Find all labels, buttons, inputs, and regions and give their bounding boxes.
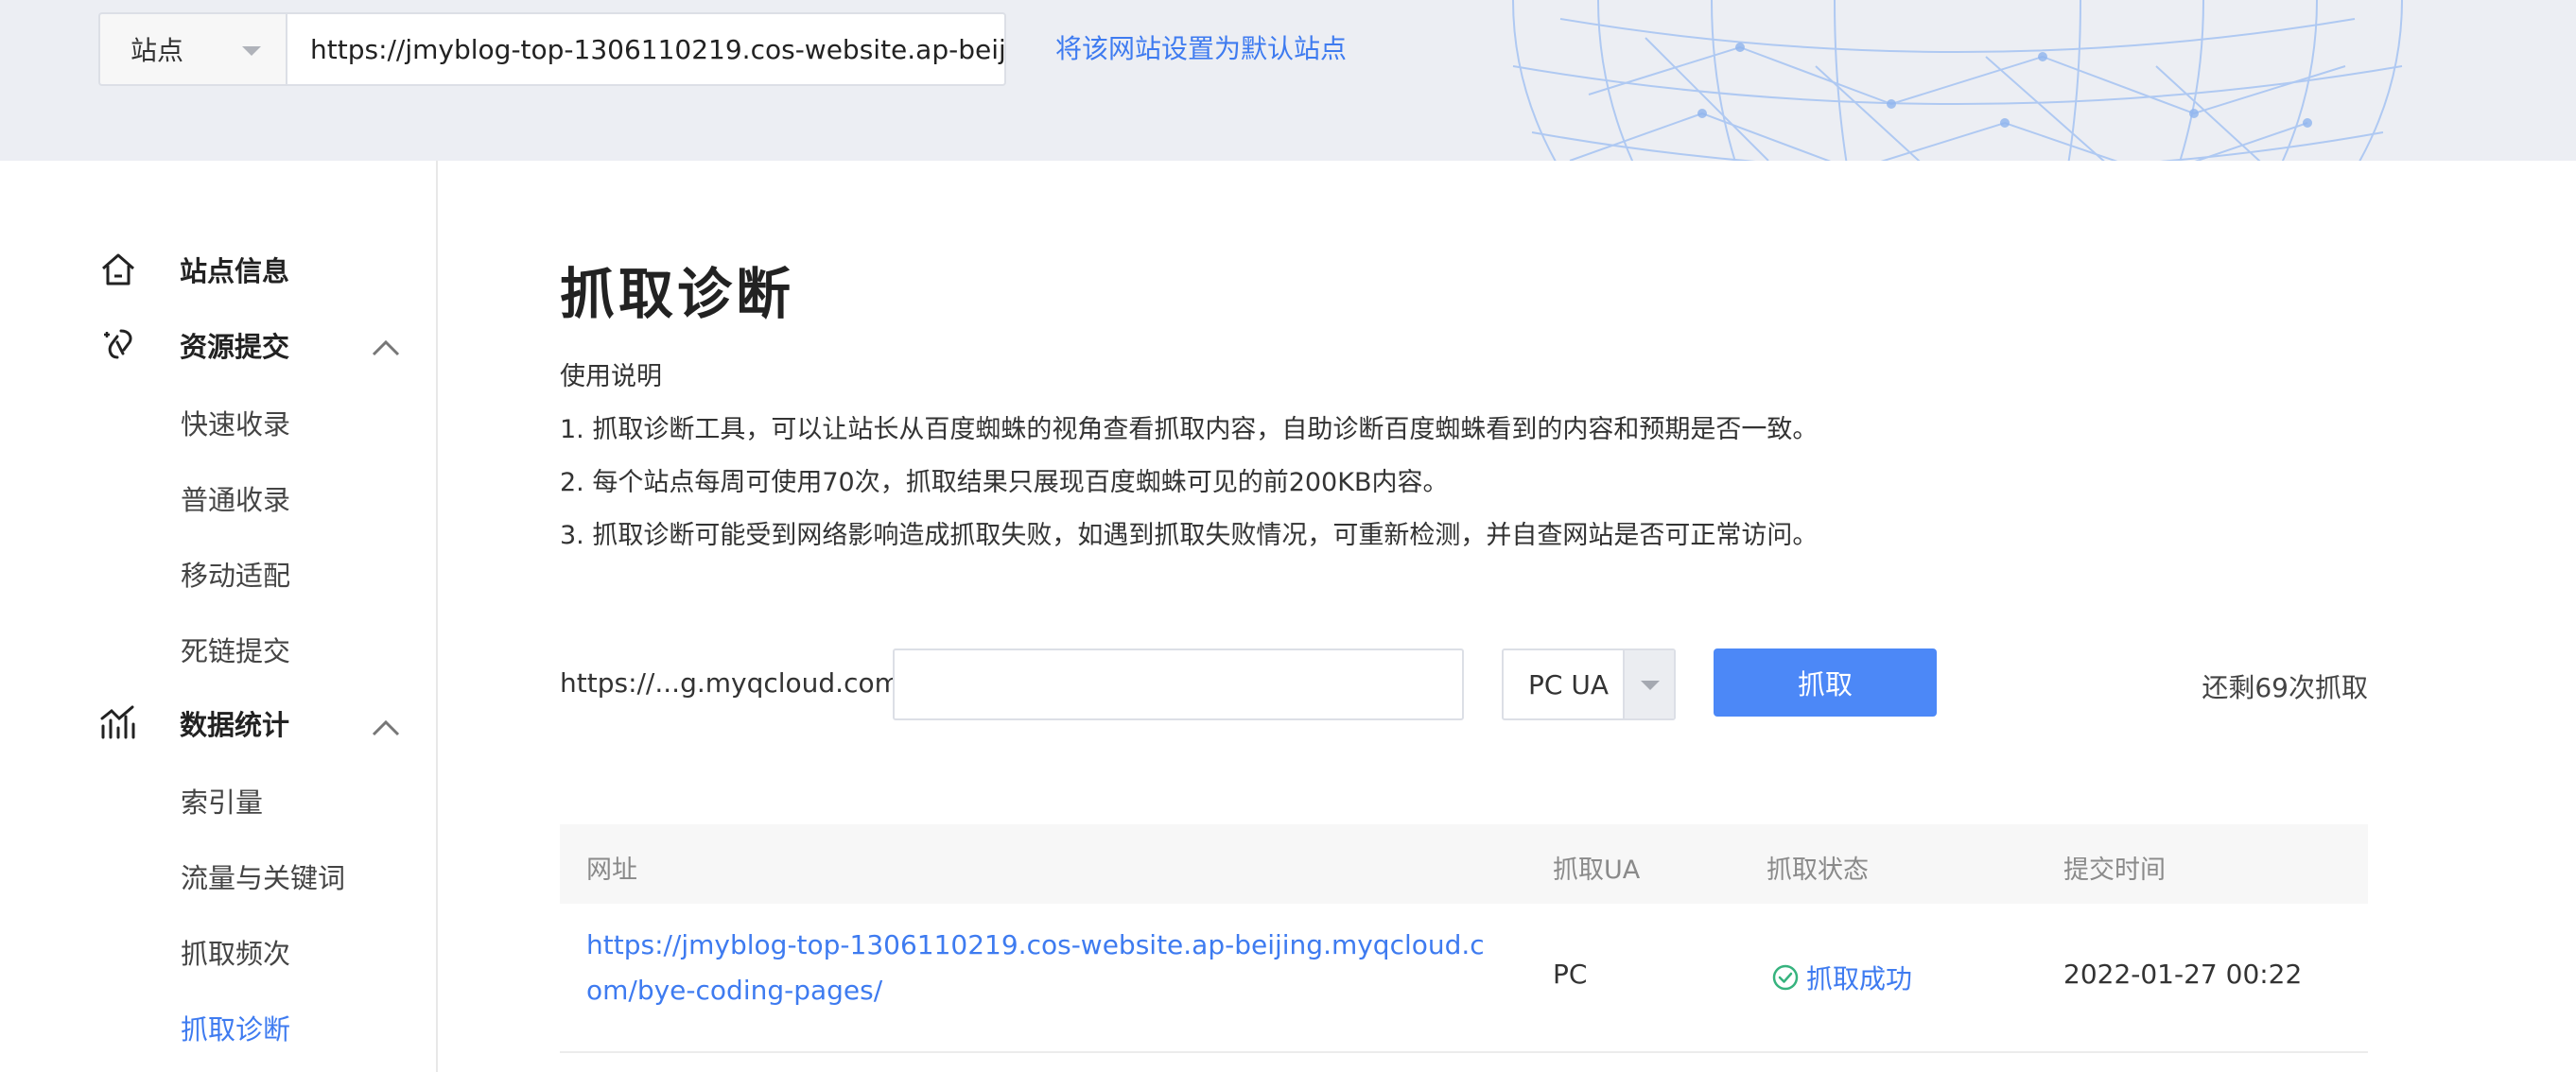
site-type-select[interactable]: 站点	[98, 12, 286, 86]
home-icon	[102, 253, 134, 285]
row-status-text: 抓取成功	[1806, 963, 1913, 994]
fetch-button[interactable]: 抓取	[1714, 648, 1937, 717]
sidebar-item-crawl-diagnosis[interactable]: 抓取诊断	[181, 1008, 290, 1047]
chevron-up-icon[interactable]	[371, 718, 401, 737]
sidebar-item-traffic-keywords[interactable]: 流量与关键词	[181, 856, 345, 896]
column-header-ua: 抓取UA	[1553, 856, 1641, 885]
sidebar-group-statistics[interactable]: 数据统计	[98, 703, 289, 743]
sidebar-group-label: 数据统计	[180, 709, 290, 741]
site-url-field[interactable]: https://jmyblog-top-1306110219.cos-websi…	[286, 12, 1006, 86]
row-time: 2022-01-27 00:22	[2063, 959, 2303, 990]
row-ua: PC	[1553, 959, 1588, 990]
link-submit-icon	[104, 329, 132, 359]
page-title: 抓取诊断	[560, 262, 795, 326]
site-type-select-label: 站点	[131, 35, 184, 66]
table-row: https://jmyblog-top-1306110219.cos-websi…	[560, 904, 2368, 1053]
column-header-time: 提交时间	[2063, 856, 2166, 885]
sidebar-group-label: 站点信息	[180, 255, 290, 287]
remaining-count: 还剩69次抓取	[2202, 672, 2368, 703]
crawl-path-input[interactable]	[893, 648, 1464, 720]
sidebar-group-resource-submit[interactable]: 资源提交	[98, 325, 289, 365]
column-header-url: 网址	[586, 856, 637, 885]
check-circle-icon	[1772, 964, 1799, 991]
globe-wireframe-decoration	[1512, 0, 2403, 161]
sidebar-item-normal-index[interactable]: 普通收录	[181, 478, 290, 518]
sidebar-group-site-info[interactable]: 站点信息	[98, 250, 289, 289]
url-prefix-label: https://...g.myqcloud.com/	[560, 667, 910, 699]
intro-heading: 使用说明	[560, 362, 662, 391]
sidebar-item-fast-index[interactable]: 快速收录	[181, 403, 290, 442]
row-url-link[interactable]: https://jmyblog-top-1306110219.cos-websi…	[586, 923, 1494, 1013]
chevron-up-icon[interactable]	[371, 338, 401, 357]
intro-line: 3. 抓取诊断可能受到网络影响造成抓取失败，如遇到抓取失败情况，可重新检测，并自…	[560, 521, 1819, 550]
intro-line: 1. 抓取诊断工具，可以让站长从百度蜘蛛的视角查看抓取内容，自助诊断百度蜘蛛看到…	[560, 415, 1819, 444]
ua-select[interactable]: PC UA	[1502, 648, 1676, 720]
crawl-results-table: 网址 抓取UA 抓取状态 提交时间 https://jmyblog-top-13…	[560, 824, 2368, 1053]
caret-down-icon[interactable]	[1623, 650, 1674, 718]
set-default-site-link[interactable]: 将该网站设置为默认站点	[1055, 28, 1347, 66]
column-header-status: 抓取状态	[1767, 856, 1869, 885]
sidebar-item-crawl-frequency[interactable]: 抓取频次	[181, 932, 290, 972]
row-status-link[interactable]: 抓取成功	[1772, 959, 1912, 996]
sidebar-item-index-volume[interactable]: 索引量	[181, 781, 263, 821]
sidebar-item-dead-link[interactable]: 死链提交	[181, 630, 290, 669]
ua-select-value: PC UA	[1528, 668, 1609, 700]
intro-line: 2. 每个站点每周可使用70次，抓取结果只展现百度蜘蛛可见的前200KB内容。	[560, 468, 1449, 497]
site-header: 站点 https://jmyblog-top-1306110219.cos-we…	[0, 0, 2576, 161]
table-header: 网址 抓取UA 抓取状态 提交时间	[560, 824, 2368, 904]
sidebar: 站点信息 资源提交 快速收录 普通收录 移动适配 死链提交 数据统计 索引量 流…	[0, 161, 438, 1072]
sidebar-group-label: 资源提交	[180, 331, 290, 363]
stats-chart-icon	[100, 705, 135, 739]
caret-down-icon	[242, 46, 261, 56]
sidebar-item-mobile-adapt[interactable]: 移动适配	[181, 554, 290, 594]
